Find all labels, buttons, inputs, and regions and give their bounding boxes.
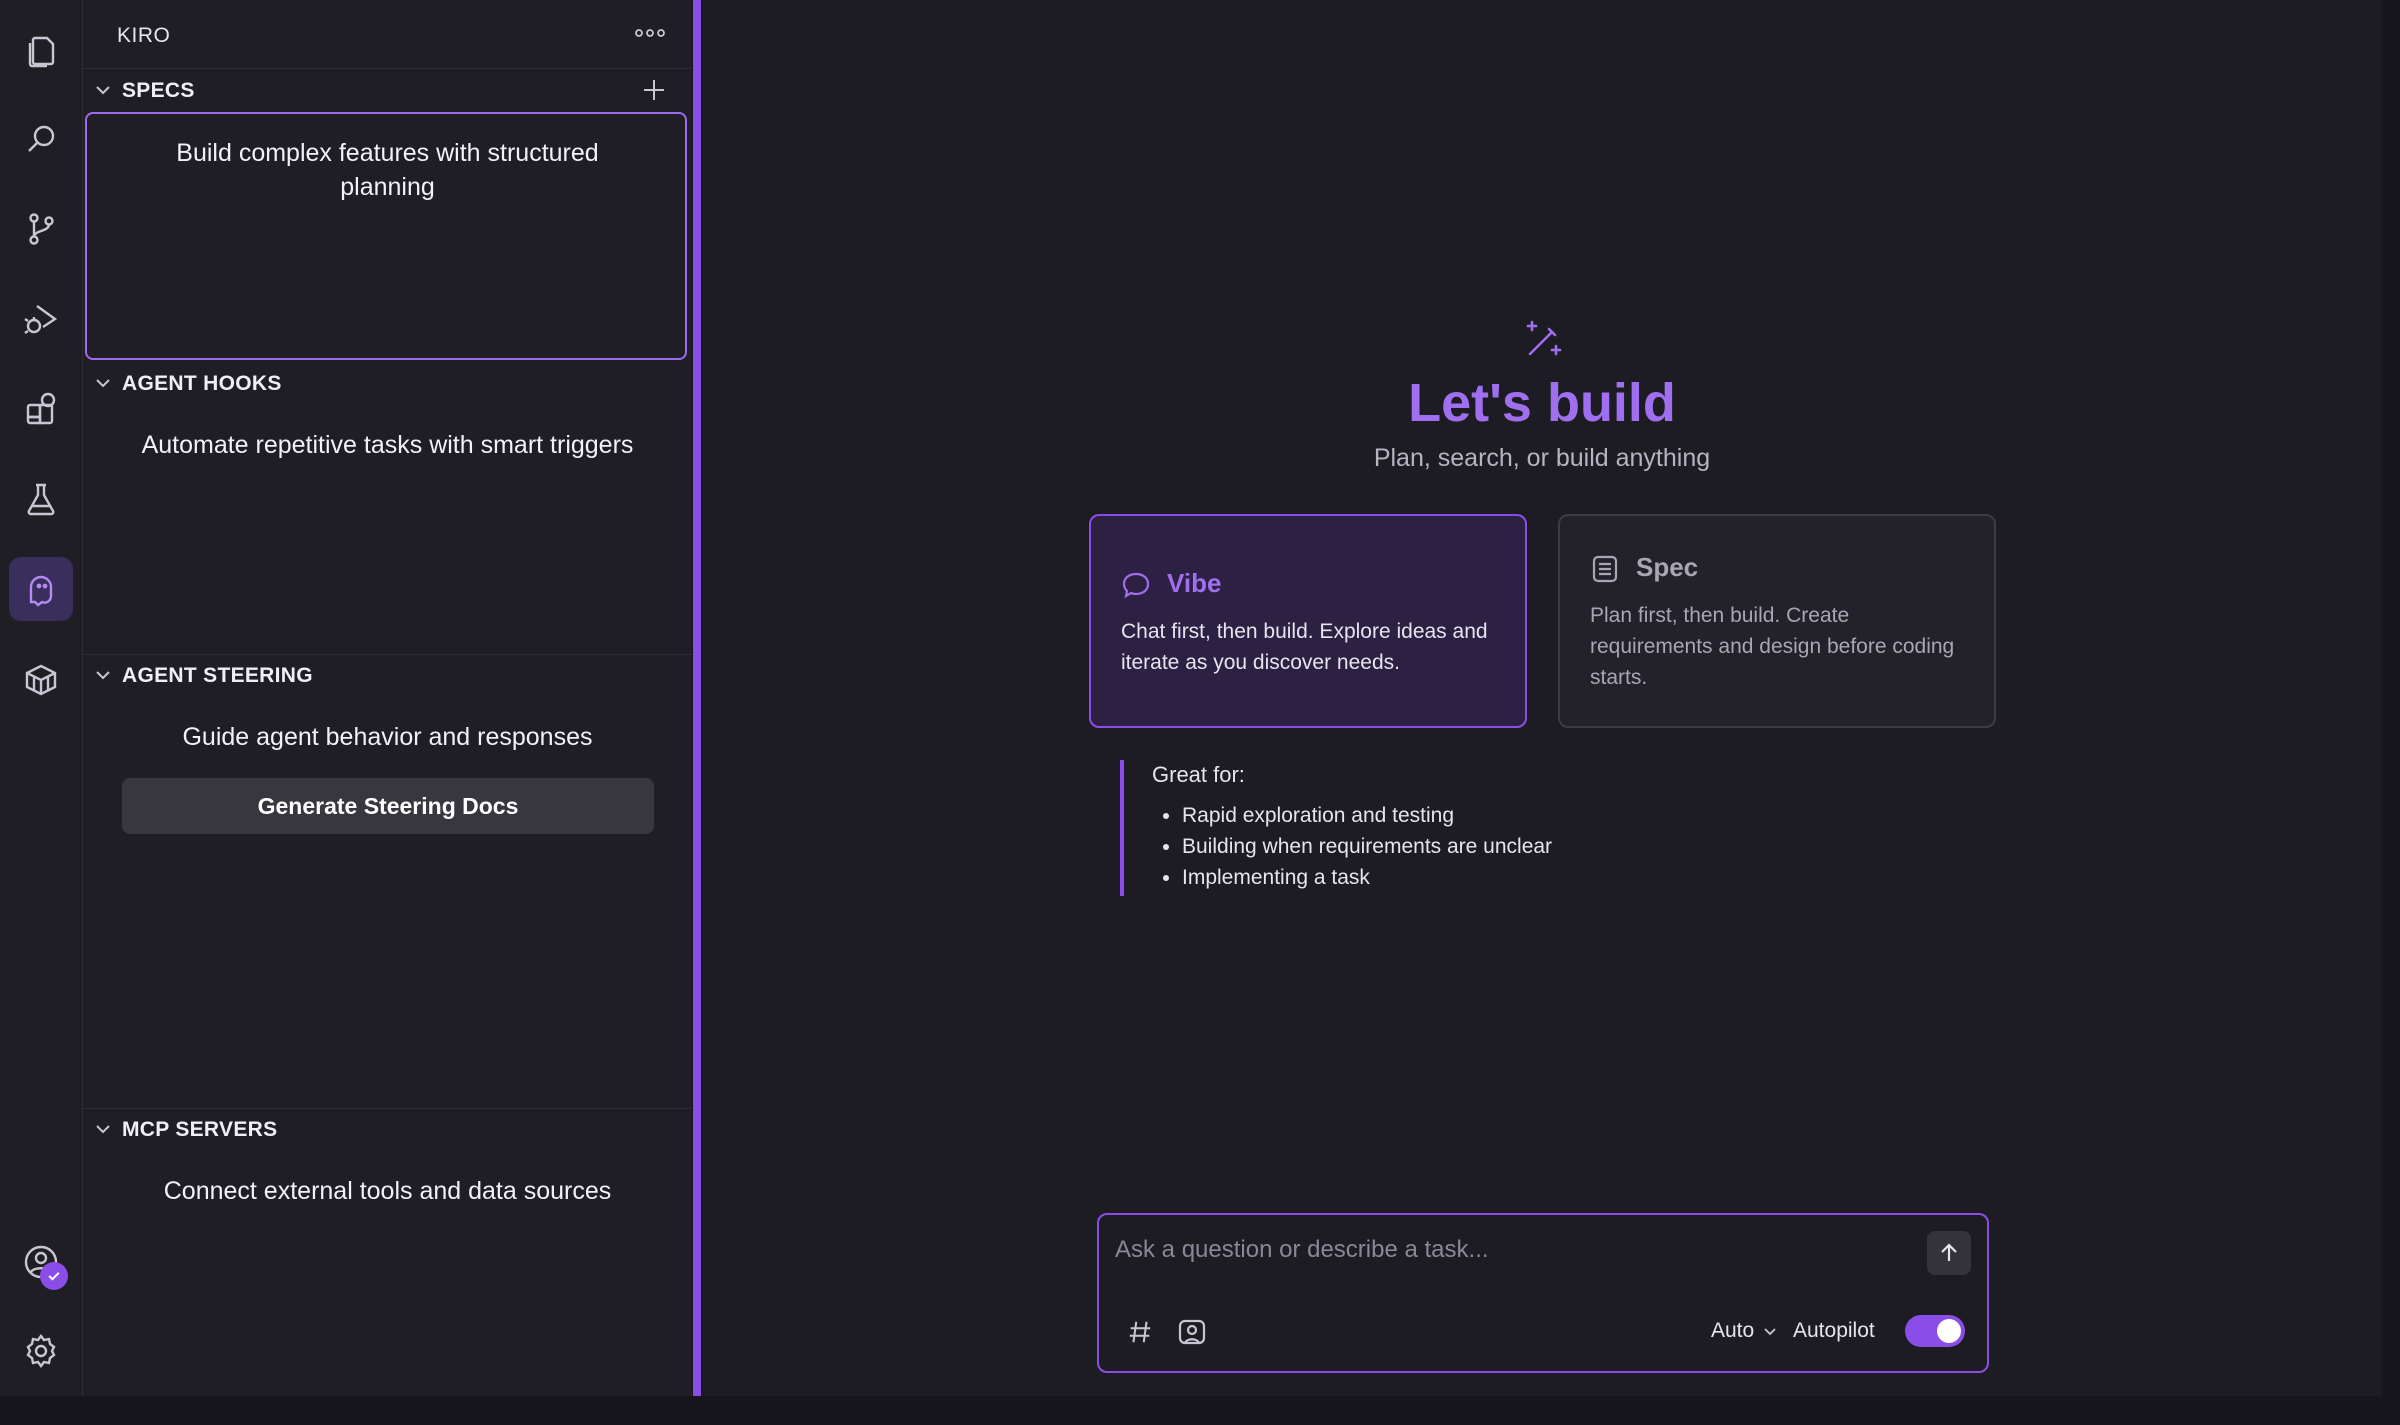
generate-steering-docs-button[interactable]: Generate Steering Docs bbox=[122, 778, 654, 834]
autopilot-toggle[interactable] bbox=[1905, 1315, 1965, 1347]
status-strip bbox=[0, 1396, 2400, 1425]
source-control-icon[interactable] bbox=[9, 197, 73, 261]
model-selector[interactable]: Auto bbox=[1711, 1319, 1778, 1343]
great-for-panel: Great for: Rapid exploration and testing… bbox=[1120, 760, 1624, 896]
package-icon[interactable] bbox=[9, 647, 73, 711]
spec-mode-title: Spec bbox=[1636, 552, 1699, 582]
page-title: Let's build bbox=[1408, 373, 1676, 433]
chevron-down-icon bbox=[96, 1125, 110, 1134]
chevron-down-icon bbox=[1764, 1328, 1776, 1336]
vibe-mode-card[interactable]: Vibe Chat first, then build. Explore ide… bbox=[1089, 514, 1527, 728]
magic-wand-icon bbox=[1526, 320, 1562, 356]
testing-icon[interactable] bbox=[9, 467, 73, 531]
section-mcp-label: MCP SERVERS bbox=[122, 1118, 278, 1141]
spec-mode-card[interactable]: Spec Plan first, then build. Create requ… bbox=[1558, 514, 1996, 728]
great-for-item: Rapid exploration and testing bbox=[1182, 800, 1552, 831]
explorer-icon[interactable] bbox=[9, 18, 73, 82]
window-edge bbox=[2382, 0, 2400, 1396]
search-icon[interactable] bbox=[9, 107, 73, 171]
spec-mode-description: Plan first, then build. Create requireme… bbox=[1590, 604, 1955, 689]
kiro-ghost-icon[interactable] bbox=[9, 557, 73, 621]
hooks-description: Automate repetitive tasks with smart tri… bbox=[141, 431, 634, 459]
hash-context-icon[interactable] bbox=[1123, 1315, 1157, 1349]
section-specs-label: SPECS bbox=[122, 79, 195, 102]
specs-description: Build complex features with structured p… bbox=[176, 139, 599, 201]
toggle-knob bbox=[1937, 1319, 1961, 1343]
autopilot-label: Autopilot bbox=[1793, 1319, 1875, 1342]
chat-input-box: Auto Autopilot bbox=[1097, 1213, 1989, 1373]
chat-main-panel: Let's build Plan, search, or build anyth… bbox=[702, 0, 2382, 1396]
add-spec-icon[interactable] bbox=[640, 76, 668, 104]
activity-bar bbox=[0, 0, 83, 1396]
vibe-mode-description: Chat first, then build. Explore ideas an… bbox=[1121, 620, 1488, 674]
account-verified-badge-icon bbox=[40, 1262, 68, 1290]
kiro-sidebar: KIRO SPECS Build complex features with s… bbox=[83, 0, 692, 1396]
great-for-title: Great for: bbox=[1152, 762, 1245, 787]
mcp-description: Connect external tools and data sources bbox=[163, 1177, 612, 1205]
vibe-mode-title: Vibe bbox=[1167, 568, 1222, 598]
great-for-list: Rapid exploration and testing Building w… bbox=[1152, 800, 1552, 893]
extensions-icon[interactable] bbox=[9, 377, 73, 441]
steering-description: Guide agent behavior and responses bbox=[182, 723, 593, 751]
chat-input[interactable] bbox=[1113, 1229, 1897, 1271]
section-mcp-header[interactable]: MCP SERVERS bbox=[83, 1109, 692, 1149]
section-hooks-label: AGENT HOOKS bbox=[122, 372, 282, 395]
section-steering-header[interactable]: AGENT STEERING bbox=[83, 655, 692, 695]
arrow-up-icon bbox=[1941, 1243, 1957, 1261]
sidebar-title: KIRO bbox=[117, 24, 171, 47]
image-attach-icon[interactable] bbox=[1175, 1315, 1209, 1349]
sidebar-resize-handle[interactable] bbox=[693, 0, 701, 1396]
section-hooks-header[interactable]: AGENT HOOKS bbox=[83, 363, 692, 403]
great-for-item: Implementing a task bbox=[1182, 862, 1552, 893]
document-list-icon bbox=[1592, 555, 1618, 583]
settings-gear-icon[interactable] bbox=[9, 1319, 73, 1383]
chevron-down-icon bbox=[96, 671, 110, 680]
run-debug-icon[interactable] bbox=[9, 287, 73, 351]
chevron-down-icon bbox=[96, 86, 110, 95]
more-actions-icon[interactable] bbox=[630, 18, 670, 48]
page-subtitle: Plan, search, or build anything bbox=[1373, 444, 1711, 472]
sidebar-header: KIRO bbox=[83, 0, 692, 69]
great-for-item: Building when requirements are unclear bbox=[1182, 831, 1552, 862]
section-steering-label: AGENT STEERING bbox=[122, 664, 313, 687]
chevron-down-icon bbox=[96, 379, 110, 388]
send-button[interactable] bbox=[1927, 1231, 1971, 1275]
chat-bubble-icon bbox=[1122, 572, 1150, 599]
model-selector-label: Auto bbox=[1711, 1319, 1755, 1342]
section-specs-header[interactable]: SPECS bbox=[83, 70, 692, 110]
